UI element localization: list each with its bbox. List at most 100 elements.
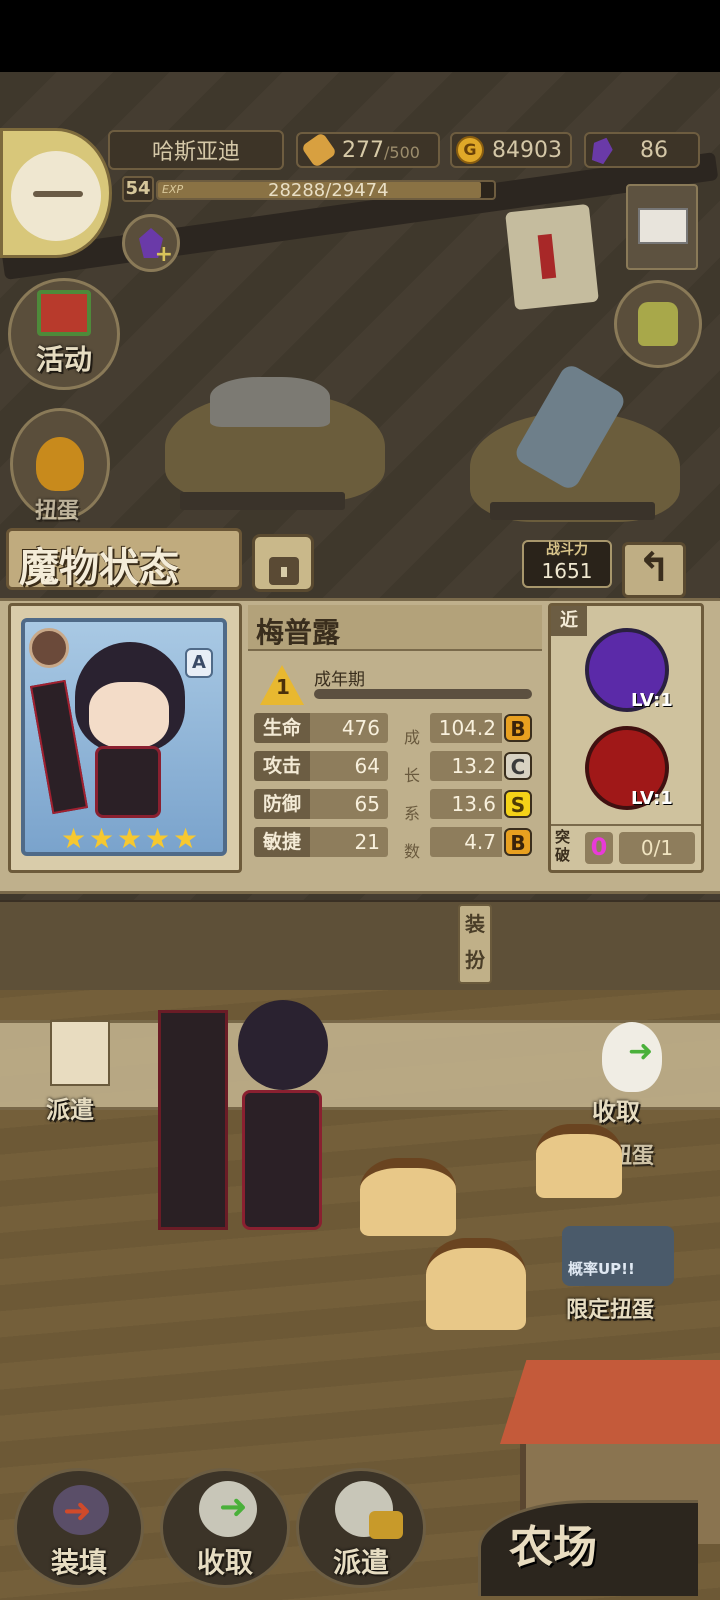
sprite-shield bbox=[158, 1010, 228, 1230]
growth-caption-char: 长 bbox=[403, 766, 420, 785]
dispatch-nav-label: 派遣 bbox=[332, 1546, 389, 1579]
activity-label: 活动 bbox=[35, 343, 92, 376]
range-tag: 近 bbox=[551, 606, 587, 636]
gold-counter[interactable]: G 84903 bbox=[450, 132, 572, 168]
farm-label: 农场 bbox=[509, 1522, 597, 1573]
exp-label: EXP bbox=[162, 183, 184, 196]
player-name: 哈斯亚迪 bbox=[108, 130, 284, 170]
gem-counter[interactable]: 86 bbox=[584, 132, 700, 168]
growth-value: 104.2 bbox=[430, 713, 502, 743]
gem-value: 86 bbox=[640, 137, 668, 163]
sprite-body bbox=[242, 1090, 322, 1230]
pudding-creature[interactable] bbox=[536, 1124, 622, 1198]
player-level: 54 bbox=[122, 176, 154, 202]
limited-gacha-label: 限定扭蛋 bbox=[566, 1298, 655, 1323]
skill-level: LV:1 bbox=[631, 788, 673, 809]
back-arrow-icon: ↰ bbox=[637, 545, 671, 591]
growth-caption: 成 长 系 数 bbox=[402, 719, 422, 871]
skill-2-icon[interactable]: LV:1 bbox=[585, 726, 673, 810]
rate-up-label: 概率UP!! bbox=[568, 1260, 635, 1278]
stat-row-atk: 攻击 64 bbox=[254, 751, 394, 781]
stamina-current: 277 bbox=[342, 137, 384, 163]
monster-name: 梅普露 bbox=[256, 616, 341, 649]
power-box: 战斗力 1651 bbox=[522, 540, 612, 588]
skill-1-icon[interactable]: LV:1 bbox=[585, 628, 673, 712]
grade-badge: C bbox=[504, 752, 532, 780]
stat-row-def: 防御 65 bbox=[254, 789, 394, 819]
rank-badge: A bbox=[185, 648, 213, 678]
monster-name-bar: 梅普露 bbox=[248, 605, 542, 651]
star-icon: ★ bbox=[61, 822, 87, 855]
collect-nav-label: 收取 bbox=[196, 1546, 253, 1579]
page-title: 魔物状态 bbox=[19, 545, 179, 591]
monster-face bbox=[89, 682, 169, 748]
growth-caption-char: 成 bbox=[403, 728, 420, 747]
skills-panel: 近 LV:1 LV:1 突破 0 0/1 bbox=[548, 603, 704, 873]
type-icon bbox=[29, 628, 69, 668]
breakthrough-count: 0 bbox=[585, 832, 613, 864]
limited-gacha-button-2[interactable]: 概率UP!! 限定扭蛋 bbox=[556, 1210, 684, 1330]
dress-strip bbox=[0, 900, 720, 990]
stage-label: 成年期 bbox=[314, 670, 365, 690]
portrait-card[interactable]: A ★ ★ ★ ★ ★ bbox=[21, 618, 227, 856]
mail-button[interactable] bbox=[626, 184, 698, 270]
keyhole bbox=[281, 567, 287, 577]
star-icon: ★ bbox=[145, 822, 171, 855]
player-avatar[interactable] bbox=[0, 128, 112, 258]
monster-body bbox=[95, 746, 161, 818]
pudding-creature[interactable] bbox=[426, 1238, 526, 1330]
quest-scroll-button[interactable] bbox=[505, 203, 599, 311]
nest-left-bar bbox=[180, 492, 345, 510]
grade-badge: B bbox=[504, 828, 532, 856]
purple-gem-icon bbox=[588, 134, 616, 165]
grade-badge: S bbox=[504, 790, 532, 818]
lock-button[interactable] bbox=[252, 534, 314, 592]
status-title-plate: 魔物状态 bbox=[6, 528, 242, 591]
star-icon: ★ bbox=[173, 822, 199, 855]
activity-button[interactable]: 活动 bbox=[8, 278, 120, 390]
add-gem-button[interactable]: + bbox=[122, 214, 180, 272]
exp-text: 28288/29474 bbox=[268, 180, 389, 201]
arrow-load-icon: ➜ bbox=[63, 1491, 92, 1531]
golden-egg-icon bbox=[36, 437, 84, 491]
growth-row-atk: 13.2 C bbox=[430, 751, 540, 781]
growth-caption-char: 系 bbox=[403, 804, 420, 823]
back-button[interactable]: ↰ bbox=[622, 542, 686, 598]
pudding-creature[interactable] bbox=[360, 1158, 456, 1236]
collect-nav-button[interactable]: ➜ 收取 bbox=[160, 1468, 290, 1588]
monster-status-panel: A ★ ★ ★ ★ ★ 梅普露 1 成年期 生命 476 攻击 64 防御 65… bbox=[0, 598, 720, 894]
load-button[interactable]: ➜ 装填 bbox=[14, 1468, 144, 1588]
collect-button[interactable]: ➜ 收取 bbox=[584, 1020, 680, 1126]
stat-name: 敏捷 bbox=[254, 827, 310, 857]
backpack-button[interactable] bbox=[614, 280, 702, 368]
stat-name: 防御 bbox=[254, 789, 310, 819]
envelope-icon bbox=[638, 208, 688, 244]
stat-row-hp: 生命 476 bbox=[254, 713, 394, 743]
dispatch-button[interactable]: 派遣 bbox=[42, 1020, 130, 1124]
arrow-collect-icon: ➜ bbox=[219, 1487, 248, 1527]
growth-value: 13.6 bbox=[430, 789, 502, 819]
stat-name: 攻击 bbox=[254, 751, 310, 781]
star-icon: ★ bbox=[89, 822, 115, 855]
monster-sprite[interactable] bbox=[158, 1000, 348, 1240]
gacha-side-button[interactable]: 扭蛋 bbox=[10, 408, 110, 524]
load-label: 装填 bbox=[50, 1546, 107, 1579]
growth-value: 4.7 bbox=[430, 827, 502, 857]
growth-caption-char: 数 bbox=[403, 842, 420, 861]
farm-nav-button[interactable]: 农场 bbox=[478, 1500, 698, 1596]
star-rating: ★ ★ ★ ★ ★ bbox=[61, 822, 201, 855]
growth-row-def: 13.6 S bbox=[430, 789, 540, 819]
player-name-text: 哈斯亚迪 bbox=[151, 140, 240, 165]
bread-icon bbox=[300, 131, 338, 169]
stat-value: 21 bbox=[310, 827, 388, 857]
exclamation-icon bbox=[537, 233, 557, 280]
document-icon bbox=[50, 1020, 110, 1086]
stats-list: 生命 476 攻击 64 防御 65 敏捷 21 bbox=[254, 713, 394, 865]
dispatch-nav-button[interactable]: 派遣 bbox=[296, 1468, 426, 1588]
growth-row-agi: 4.7 B bbox=[430, 827, 540, 857]
dress-up-button[interactable]: 装扮 bbox=[458, 904, 492, 984]
growth-value: 13.2 bbox=[430, 751, 502, 781]
dispatch-label: 派遣 bbox=[46, 1096, 94, 1124]
growth-row-hp: 104.2 B bbox=[430, 713, 540, 743]
stamina-counter[interactable]: 277 /500 bbox=[296, 131, 440, 169]
